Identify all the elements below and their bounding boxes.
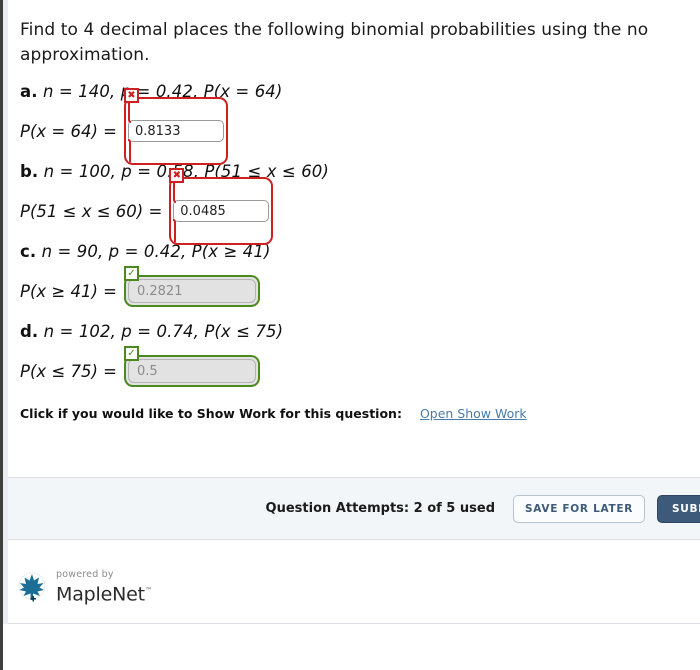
correct-icon-d: ✓	[123, 346, 139, 361]
maplenet-logo: powered by MapleNet™	[14, 569, 153, 606]
powered-by-label: powered by	[56, 569, 114, 580]
question-card: Find to 4 decimal places the following b…	[8, 0, 700, 478]
submit-answer-button[interactable]: SUBMIT A	[657, 494, 700, 523]
answer-input-d[interactable]	[127, 359, 256, 383]
maplenet-question-page: Find to 4 decimal places the following b…	[0, 0, 700, 670]
question-prompt: Find to 4 decimal places the following b…	[20, 18, 700, 68]
answer-input-a[interactable]	[127, 120, 224, 142]
open-show-work-link[interactable]: Open Show Work	[420, 406, 527, 421]
maplenet-name: MapleNet™	[56, 580, 153, 605]
save-for-later-button[interactable]: SAVE FOR LATER	[513, 494, 645, 523]
question-attempts-text: Question Attempts: 2 of 5 used	[265, 501, 495, 516]
answer-field-wrapper-c: ✓	[123, 266, 260, 307]
part-a-given: a. n = 140, p = 0.42, P(x = 64)	[20, 82, 700, 101]
correct-icon-c: ✓	[123, 266, 139, 281]
question-prompt-line-2: approximation.	[20, 45, 150, 65]
answer-field-wrapper-b: ✖	[169, 168, 274, 245]
answer-label-c: P(x ≥ 41) =	[20, 281, 117, 301]
maplenet-product-text: MapleNet	[56, 583, 145, 606]
answer-row-b: P(51 ≤ x ≤ 60) = ✖	[20, 168, 700, 245]
part-a-letter: a.	[20, 82, 38, 101]
part-d-given: d. n = 102, p = 0.74, P(x ≤ 75)	[20, 322, 700, 341]
show-work-label: Click if you would like to Show Work for…	[20, 406, 402, 421]
incorrect-icon-a: ✖	[123, 88, 139, 103]
answer-label-d: P(x ≤ 75) =	[20, 361, 117, 381]
answer-label-a: P(x = 64) =	[20, 121, 117, 141]
part-b-given: b. n = 100, p = 0.58, P(51 ≤ x ≤ 60)	[20, 162, 700, 181]
answer-field-wrapper-a: ✖	[123, 88, 228, 165]
question-action-bar: Question Attempts: 2 of 5 used SAVE FOR …	[8, 478, 700, 540]
branding-zone: powered by MapleNet™	[8, 541, 700, 624]
part-c-letter: c.	[20, 242, 37, 261]
maple-leaf-icon	[14, 569, 50, 606]
answer-input-c[interactable]	[127, 279, 256, 303]
part-b-letter: b.	[20, 162, 39, 181]
answer-input-b[interactable]	[173, 200, 270, 222]
answer-row-a: P(x = 64) = ✖	[20, 88, 700, 165]
trademark-symbol: ™	[144, 586, 153, 595]
part-d-parameters: n = 102, p = 0.74, P(x ≤ 75)	[43, 322, 284, 341]
answer-row-c: P(x ≥ 41) = ✓	[20, 266, 700, 308]
question-prompt-line-1: Find to 4 decimal places the following b…	[20, 20, 649, 40]
part-d-letter: d.	[20, 322, 39, 341]
part-c-given: c. n = 90, p = 0.42, P(x ≥ 41)	[20, 242, 700, 261]
show-work-row: Click if you would like to Show Work for…	[20, 406, 700, 421]
incorrect-icon-b: ✖	[169, 168, 185, 183]
answer-field-wrapper-d: ✓	[123, 346, 260, 387]
answer-label-b: P(51 ≤ x ≤ 60) =	[20, 201, 163, 221]
answer-row-d: P(x ≤ 75) = ✓	[20, 346, 700, 388]
maplenet-wordmark: powered by MapleNet™	[56, 569, 153, 605]
